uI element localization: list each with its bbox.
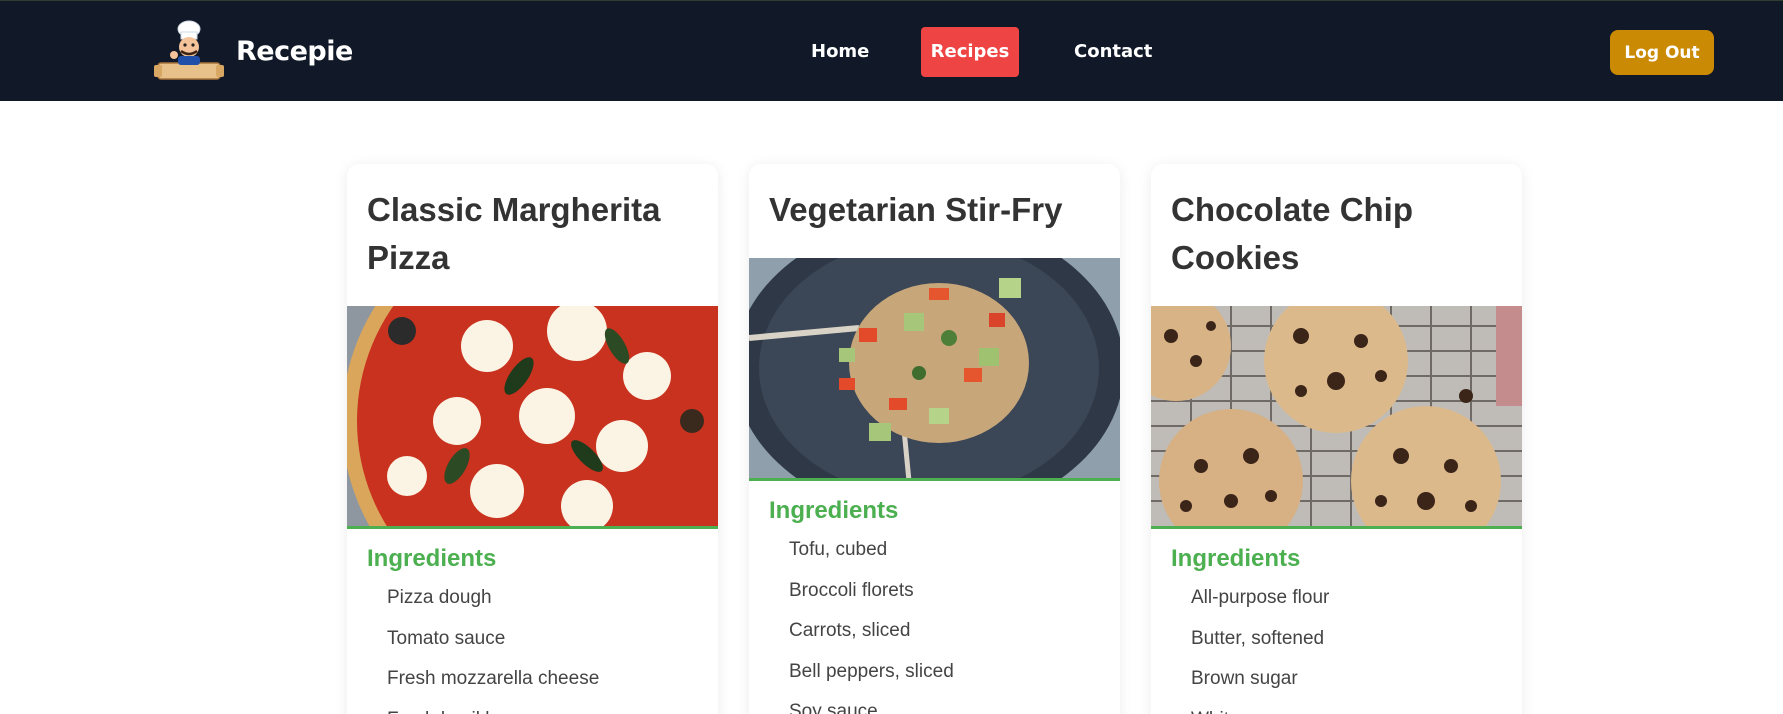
ingredient-item: Broccoli florets bbox=[789, 579, 914, 601]
ingredient-item: Fresh basil leaves bbox=[387, 700, 718, 714]
ingredients-heading: Ingredients bbox=[367, 545, 497, 572]
ingredient-item: White sugar bbox=[1191, 700, 1522, 714]
nav-home-link[interactable]: Home bbox=[797, 27, 883, 77]
ingredients-list: Tofu, cubed Broccoli florets Carrots, sl… bbox=[749, 526, 1120, 714]
brand-name: Recepie bbox=[236, 35, 353, 67]
recipe-card: Classic Margherita Pizza Ingredients Piz… bbox=[347, 164, 718, 714]
logout-button[interactable]: Log Out bbox=[1610, 30, 1714, 75]
margherita-pizza-image bbox=[347, 306, 718, 526]
recipe-title: Vegetarian Stir-Fry bbox=[769, 191, 1063, 228]
ingredient-item: Butter, softened bbox=[1191, 627, 1325, 649]
ingredient-item: Brown sugar bbox=[1191, 668, 1298, 689]
recipe-image bbox=[749, 258, 1120, 481]
nav-contact-link[interactable]: Contact bbox=[1060, 27, 1166, 77]
recipe-title: Classic Margherita Pizza bbox=[367, 191, 661, 276]
recipe-title: Chocolate Chip Cookies bbox=[1171, 191, 1414, 276]
ingredient-item: Carrots, sliced bbox=[789, 620, 911, 641]
chocolate-chip-cookies-image bbox=[1151, 306, 1522, 526]
ingredient-item: Fresh mozzarella cheese bbox=[387, 668, 600, 689]
ingredients-list: All-purpose flour Butter, softened Brown… bbox=[1151, 574, 1522, 714]
ingredient-item: Pizza dough bbox=[387, 587, 492, 608]
recipe-card: Chocolate Chip Cookies Ingredients All-p… bbox=[1151, 164, 1522, 714]
nav-recipes-link[interactable]: Recipes bbox=[921, 27, 1019, 77]
ingredient-item: All-purpose flour bbox=[1191, 587, 1330, 608]
ingredients-list: Pizza dough Tomato sauce Fresh mozzarell… bbox=[347, 574, 718, 714]
navbar: Recepie Home Recipes Contact Log Out bbox=[0, 0, 1783, 101]
vegetable-stir-fry-image bbox=[749, 258, 1120, 478]
ingredient-item: Tomato sauce bbox=[387, 627, 506, 649]
chef-logo-icon bbox=[154, 20, 224, 80]
recipe-image bbox=[1151, 306, 1522, 529]
ingredients-heading: Ingredients bbox=[1171, 545, 1301, 572]
ingredients-heading: Ingredients bbox=[769, 497, 899, 524]
ingredient-item: Bell peppers, sliced bbox=[789, 660, 954, 682]
ingredient-item: Soy sauce bbox=[789, 701, 878, 714]
recipe-image bbox=[347, 306, 718, 529]
recipe-card: Vegetarian Stir-Fry Ingredients Tofu, cu… bbox=[749, 164, 1120, 714]
brand[interactable]: Recepie bbox=[154, 19, 353, 83]
ingredient-item: Tofu, cubed bbox=[789, 539, 888, 560]
